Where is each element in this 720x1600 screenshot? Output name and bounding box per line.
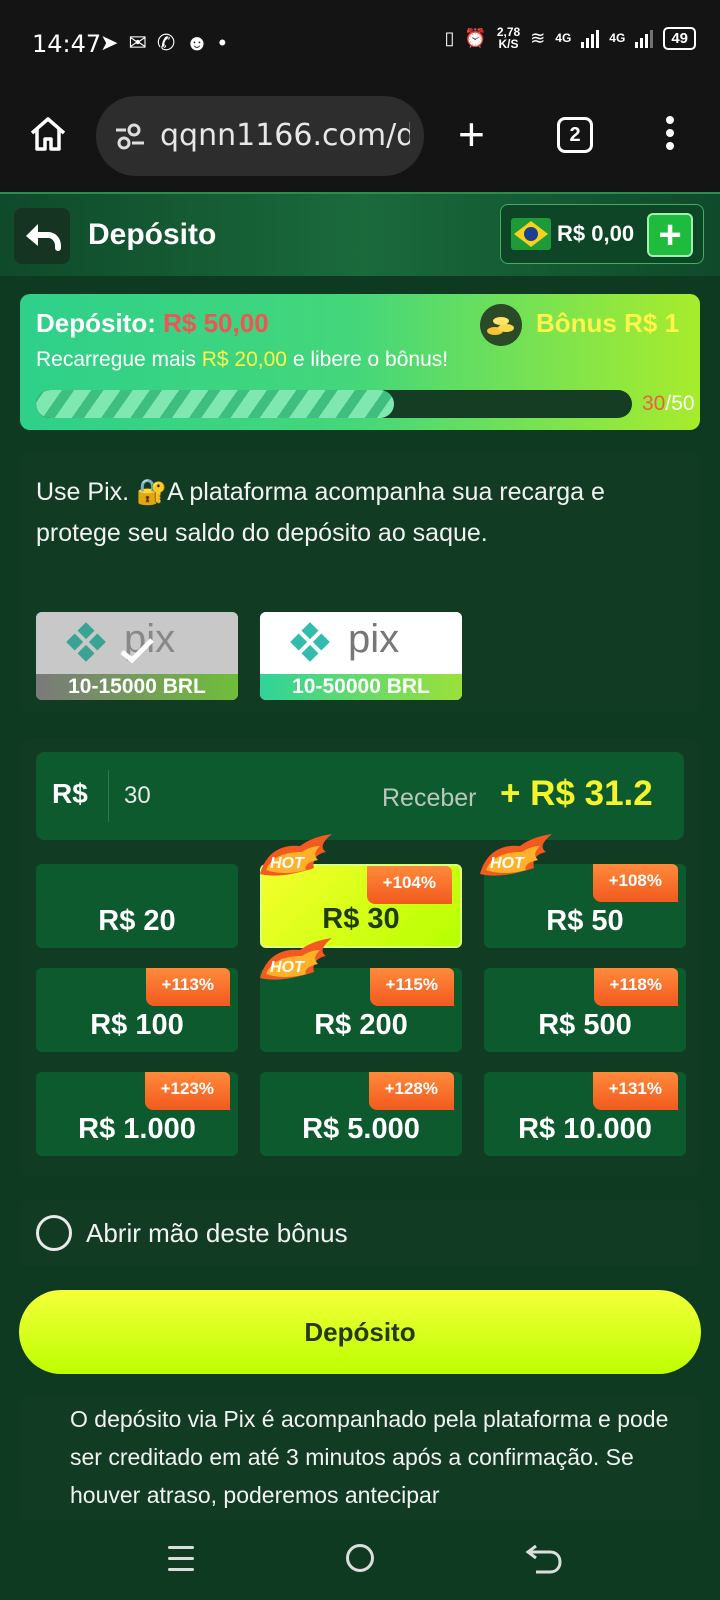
hot-flame-icon: HOT <box>260 938 332 980</box>
amount-card: R$ 30 Receber + R$ 31.2 R$ 20 +104% R$ 3… <box>20 738 700 1176</box>
bonus-badge: +108% <box>592 864 678 902</box>
bonus-badge: +115% <box>369 968 454 1006</box>
amount-option-20[interactable]: R$ 20 <box>36 864 238 948</box>
telegram-icon: ➤ <box>100 30 119 55</box>
deposit-value: R$ 50,00 <box>163 308 269 338</box>
deposit-summary: Depósito: R$ 50,00 <box>36 308 269 338</box>
tab-switcher-button[interactable]: 2 <box>557 117 593 153</box>
balance-amount: R$ 0,00 <box>557 221 635 246</box>
bonus-badge: +123% <box>144 1072 230 1110</box>
browser-menu-icon[interactable] <box>666 116 674 155</box>
amount-option-1000[interactable]: +123% R$ 1.000 <box>36 1072 238 1156</box>
receive-value: + R$ 31.2 <box>500 774 653 813</box>
svg-text:HOT: HOT <box>270 959 305 976</box>
address-bar[interactable]: qqnn1166.com/de <box>96 96 424 176</box>
amount-input[interactable]: 30 <box>124 782 151 810</box>
hot-flame-icon: HOT <box>260 834 332 876</box>
new-tab-button[interactable]: + <box>458 111 485 157</box>
more-dot-icon: • <box>218 30 227 55</box>
bonus-progress-bar <box>36 390 632 418</box>
home-nav-icon[interactable] <box>346 1544 374 1572</box>
battery-icon: 49 <box>663 26 696 50</box>
svg-text:HOT: HOT <box>270 855 305 872</box>
back-nav-icon[interactable] <box>524 1540 564 1576</box>
brazil-flag-icon <box>511 218 551 250</box>
system-nav-bar <box>0 1520 720 1600</box>
chat-icon: ✉ <box>128 30 147 55</box>
deposit-button[interactable]: Depósito <box>19 1290 701 1374</box>
add-funds-button[interactable]: + <box>647 213 693 257</box>
bonus-badge: +104% <box>366 866 452 904</box>
whatsapp-icon: ✆ <box>156 30 176 55</box>
bonus-progress-count: 30/50 <box>642 392 695 415</box>
pix-option-2-range: 10-50000 BRL <box>260 674 462 700</box>
amount-option-100[interactable]: +113% R$ 100 <box>36 968 238 1052</box>
signal-4g-label-1: 4G <box>555 31 572 45</box>
browser-toolbar: qqnn1166.com/de + 2 <box>0 90 720 192</box>
messenger-icon: ☻ <box>185 30 209 55</box>
gold-coins-icon <box>480 304 522 346</box>
amount-option-10000[interactable]: +131% R$ 10.000 <box>484 1072 686 1156</box>
balance-box: R$ 0,00 + <box>500 204 704 264</box>
app-header: Depósito R$ 0,00 + <box>0 192 720 276</box>
receive-label: Receber <box>382 784 477 812</box>
bonus-badge: +131% <box>592 1072 678 1110</box>
method-description: Use Pix. 🔐A plataforma acompanha sua rec… <box>36 478 605 547</box>
amount-option-500[interactable]: +118% R$ 500 <box>484 968 686 1052</box>
pix-option-2[interactable]: pix 10-50000 BRL <box>260 612 462 700</box>
pix-logo-icon: pix <box>36 612 238 674</box>
bonus-amount: Bônus R$ 1 <box>536 308 680 338</box>
signal-bars-icon <box>581 28 600 48</box>
hot-flame-icon: HOT <box>480 834 552 876</box>
status-indicators: ▯ ⏰ 2,78 K/S ≋ 4G 4G 49 <box>444 25 696 51</box>
forgo-bonus-option[interactable]: Abrir mão deste bônus <box>20 1200 700 1266</box>
pix-logo-icon: pix <box>260 612 462 674</box>
input-divider <box>108 770 109 822</box>
bonus-progress-card: Depósito: R$ 50,00 Bônus R$ 1 Recarregue… <box>20 294 700 430</box>
info-box: O depósito via Pix é acompanhado pela pl… <box>20 1396 700 1520</box>
bonus-badge: +128% <box>368 1072 454 1110</box>
url-text: qqnn1166.com/de <box>160 118 410 153</box>
back-button[interactable] <box>14 208 70 264</box>
page-title: Depósito <box>88 218 217 251</box>
bonus-badge: +118% <box>593 968 678 1006</box>
status-time: 14:47 <box>32 30 102 58</box>
payment-method-card: Use Pix. 🔐A plataforma acompanha sua rec… <box>20 452 700 712</box>
network-speed: 2,78 K/S <box>496 25 521 51</box>
currency-label: R$ <box>52 778 88 809</box>
svg-text:pix: pix <box>348 617 399 661</box>
vibrate-icon: ▯ <box>444 27 455 48</box>
signal-bars-icon <box>635 28 654 48</box>
bonus-requirement: Recarregue mais R$ 20,00 e libere o bônu… <box>36 348 449 371</box>
alarm-icon: ⏰ <box>464 27 487 48</box>
bonus-progress-fill <box>36 390 394 418</box>
forgo-bonus-label: Abrir mão deste bônus <box>86 1218 348 1248</box>
svg-text:HOT: HOT <box>490 855 525 872</box>
bonus-badge: +113% <box>145 968 230 1006</box>
wifi-icon: ≋ <box>530 27 546 48</box>
pix-option-1-range: 10-15000 BRL <box>36 674 238 700</box>
recent-apps-icon[interactable] <box>168 1546 194 1579</box>
forgo-bonus-radio[interactable] <box>36 1215 72 1251</box>
pix-option-1[interactable]: pix 10-15000 BRL <box>36 612 238 700</box>
amount-input-row[interactable]: R$ 30 Receber + R$ 31.2 <box>36 752 684 840</box>
status-bar: 14:47 ➤ ✉ ✆ ☻ • ▯ ⏰ 2,78 K/S ≋ 4G 4G 49 <box>0 0 720 90</box>
notification-icons: ➤ ✉ ✆ ☻ • <box>100 30 226 56</box>
site-settings-icon[interactable] <box>114 122 146 150</box>
home-icon[interactable] <box>28 114 68 154</box>
signal-4g-label-2: 4G <box>609 31 626 45</box>
info-text: O depósito via Pix é acompanhado pela pl… <box>70 1406 669 1508</box>
amount-option-5000[interactable]: +128% R$ 5.000 <box>260 1072 462 1156</box>
